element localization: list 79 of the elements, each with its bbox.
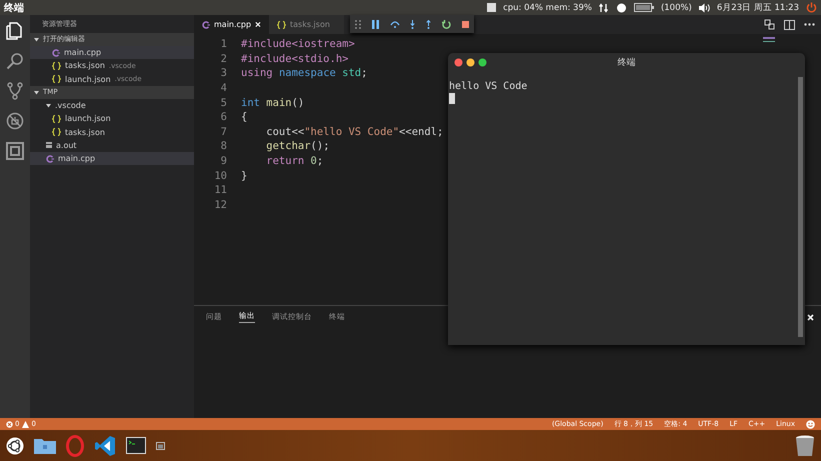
pause-icon[interactable]: [372, 20, 380, 28]
network-icon[interactable]: [598, 2, 609, 12]
json-file-icon: [52, 128, 61, 136]
window-title: 终端: [4, 2, 24, 14]
code-line: #include<stdio.h>: [241, 52, 348, 65]
line-number: 9: [220, 155, 228, 168]
split-editor-icon[interactable]: [784, 20, 795, 30]
warning-icon: [22, 420, 30, 428]
line-number: 12: [213, 198, 228, 211]
browser-o-icon[interactable]: [66, 434, 84, 456]
line-number: 4: [220, 82, 228, 94]
line-number: 1: [220, 38, 228, 50]
battery-icon[interactable]: [634, 3, 654, 12]
line-number: 8: [220, 140, 228, 152]
search-icon[interactable]: [6, 52, 24, 70]
battery-percent: (100%): [660, 2, 692, 12]
terminal-title: 终端: [616, 56, 636, 68]
folder-icon[interactable]: [34, 437, 56, 454]
stop-icon[interactable]: [462, 20, 469, 28]
editor-tab[interactable]: tasks.json: [269, 15, 344, 34]
cpp-file-icon: [46, 154, 54, 163]
json-file-icon: [277, 20, 286, 28]
code-line: cout<<"hello VS Code"<<endl;: [266, 126, 444, 138]
window-icon[interactable]: [156, 442, 165, 450]
line-number: 5: [220, 96, 228, 109]
chevron-icon[interactable]: [46, 103, 51, 108]
chevron-icon[interactable]: [34, 37, 39, 42]
code-line: getchar();: [266, 140, 330, 152]
terminal-output: hello VS Code: [449, 81, 528, 92]
smiley-icon[interactable]: [806, 420, 815, 428]
line-number: 3: [220, 67, 228, 80]
restart-icon[interactable]: [442, 20, 451, 28]
step-into-icon[interactable]: [410, 20, 416, 28]
volume-icon[interactable]: [698, 2, 710, 12]
file-icon: [46, 142, 52, 148]
editor-tab[interactable]: main.cpp: [194, 15, 269, 34]
files-icon[interactable]: [6, 22, 24, 40]
power-icon[interactable]: [806, 2, 817, 13]
text-cursor: [449, 93, 455, 104]
trash-icon[interactable]: [795, 434, 815, 456]
line-number: 7: [220, 126, 228, 138]
open-editor-item[interactable]: main.cpp: [30, 46, 194, 60]
error-icon: [6, 420, 13, 428]
code-line: using namespace std;: [241, 67, 368, 80]
file-item[interactable]: tasks.json: [30, 125, 194, 139]
json-file-icon: [52, 62, 61, 70]
terminal-icon[interactable]: [126, 437, 146, 454]
clock: 6月23日 周五 11:23: [716, 2, 799, 14]
ubuntu-logo-icon[interactable]: [6, 436, 24, 454]
cpu-mem-indicator: cpu: 04% mem: 39%: [503, 2, 592, 12]
file-item[interactable]: a.out: [30, 138, 194, 152]
code-line: int main(): [241, 96, 304, 109]
window-controls-icon[interactable]: [454, 58, 488, 66]
branch-icon[interactable]: [6, 82, 24, 100]
drag-handle-icon[interactable]: [355, 20, 362, 28]
chevron-icon[interactable]: [34, 90, 39, 95]
code-line: return 0;: [266, 155, 324, 168]
close-icon[interactable]: [807, 314, 814, 321]
scrollbar[interactable]: [798, 77, 803, 337]
step-out-icon[interactable]: [426, 20, 432, 28]
line-number: 11: [213, 184, 228, 196]
cpp-file-icon: [52, 48, 60, 57]
file-item[interactable]: launch.json: [30, 112, 194, 126]
json-file-icon: [52, 75, 61, 84]
folder-item[interactable]: .vscode: [30, 98, 194, 112]
code-line: }: [241, 170, 248, 182]
code-line: #include<iostream>: [241, 38, 355, 50]
json-file-icon: [52, 114, 61, 123]
step-over-icon[interactable]: [390, 20, 400, 28]
extensions-icon[interactable]: [6, 142, 24, 160]
line-number: 2: [220, 52, 228, 65]
cpp-file-icon: [202, 20, 210, 28]
line-number: 6: [220, 111, 228, 124]
code-line: {: [241, 111, 248, 124]
code-editor-icon[interactable]: [94, 434, 116, 456]
file-item[interactable]: main.cpp: [30, 152, 194, 166]
close-icon[interactable]: [255, 21, 261, 28]
line-number: 10: [213, 170, 228, 182]
more-icon[interactable]: [804, 23, 815, 26]
